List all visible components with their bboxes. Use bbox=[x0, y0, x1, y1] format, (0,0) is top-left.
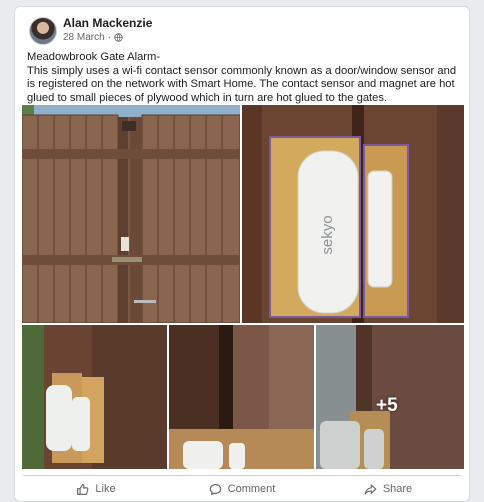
post-meta: 28 March · bbox=[63, 32, 123, 43]
post-title: Meadowbrook Gate Alarm- bbox=[27, 51, 161, 63]
post-body: This simply uses a wi-fi contact sensor … bbox=[27, 64, 457, 104]
globe-icon bbox=[114, 33, 123, 42]
like-button[interactable]: Like bbox=[23, 476, 169, 501]
share-label: Share bbox=[382, 483, 413, 495]
photo-sensor-top[interactable] bbox=[169, 325, 314, 469]
photo-sensor-left[interactable] bbox=[22, 325, 167, 469]
gate-image bbox=[22, 105, 240, 323]
like-label: Like bbox=[95, 483, 116, 495]
photo-more[interactable]: +5 bbox=[316, 325, 464, 469]
sensor-left-image bbox=[22, 325, 167, 469]
thumbs-up-icon bbox=[77, 483, 89, 495]
post-date[interactable]: 28 March bbox=[63, 32, 105, 43]
sensor-brand-label: sekyo bbox=[319, 215, 336, 254]
share-button[interactable]: Share bbox=[315, 476, 461, 501]
post-header: Alan Mackenzie 28 March · bbox=[25, 15, 445, 45]
avatar[interactable] bbox=[29, 17, 57, 45]
comment-button[interactable]: Comment bbox=[169, 476, 315, 501]
more-photos-count: +5 bbox=[376, 395, 398, 416]
speech-bubble-icon bbox=[209, 483, 221, 495]
author-name[interactable]: Alan Mackenzie bbox=[63, 16, 152, 30]
sensor-top-image bbox=[169, 325, 314, 469]
photo-sensor-closeup[interactable]: sekyo bbox=[242, 105, 464, 323]
share-arrow-icon bbox=[364, 483, 377, 495]
post-card: Alan Mackenzie 28 March · Meadowbrook Ga… bbox=[14, 6, 470, 502]
comment-label: Comment bbox=[227, 483, 276, 495]
meta-separator: · bbox=[107, 32, 112, 43]
post-text: Meadowbrook Gate Alarm- This simply uses… bbox=[27, 51, 462, 105]
sensor-closeup-image: sekyo bbox=[242, 105, 464, 323]
action-bar: Like Comment Share bbox=[23, 476, 461, 501]
photo-gate[interactable] bbox=[22, 105, 240, 323]
